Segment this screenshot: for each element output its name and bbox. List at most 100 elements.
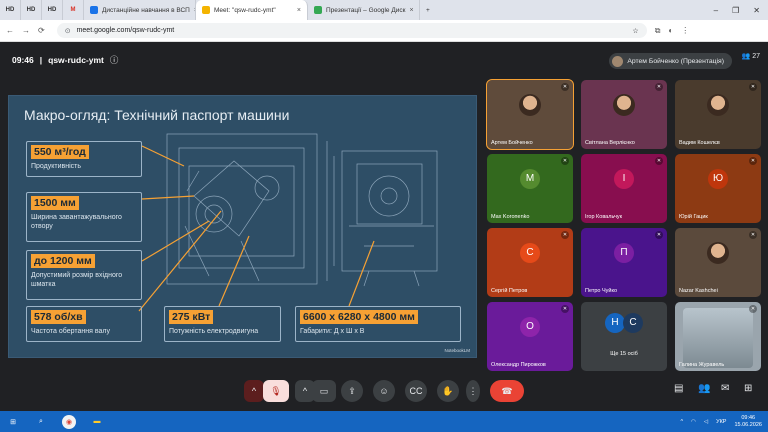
meeting-info-icon[interactable]: ⓘ [110, 54, 119, 66]
windows-taskbar: ⊞ ⌕ ◉ ▬ ^ ◠ ◁ УКР 09:46 15.06.2026 [0, 411, 768, 432]
participant-tile[interactable]: ✕ Галина Журавель [675, 302, 761, 371]
site-info-icon[interactable]: ⊙ [65, 27, 71, 35]
close-window-icon[interactable]: ✕ [753, 6, 760, 15]
tab-label: HD [47, 7, 57, 13]
tab-favicon [314, 6, 322, 14]
minimize-icon[interactable]: – [714, 6, 718, 15]
present-button[interactable]: ⇪ [341, 380, 363, 402]
bookmark-star-icon[interactable]: ☆ [632, 27, 638, 35]
spec-value: до 1200 мм [31, 254, 95, 268]
menu-icon[interactable]: ⋮ [681, 26, 689, 35]
participant-tile[interactable]: О ✕ Олександр Пирожков [487, 302, 573, 371]
captions-button[interactable]: CC [405, 380, 427, 402]
spec-value: 1500 мм [31, 196, 79, 210]
url-field[interactable]: ⊙ meet.google.com/qsw-rudc-ymt ☆ [56, 23, 647, 38]
tab-label: HD [5, 7, 15, 13]
clock[interactable]: 09:46 15.06.2026 [734, 415, 762, 429]
participant-tile[interactable]: С ✕ Сергій Петров [487, 228, 573, 297]
language-indicator[interactable]: УКР [716, 419, 726, 425]
profile-icon[interactable]: ◐ [668, 26, 673, 35]
separator: | [39, 55, 43, 65]
participant-name: Вадим Кошелєв [679, 140, 720, 146]
spec-value: 275 кВт [169, 310, 214, 324]
presenter-label: Артем Бойченко (Презентація) [627, 57, 724, 65]
browser-tab[interactable]: HD [42, 0, 63, 20]
meeting-code: qsw-rudc-ymt [48, 55, 104, 65]
maximize-icon[interactable]: ❐ [732, 6, 739, 15]
muted-mic-icon: ✕ [749, 83, 757, 91]
participant-tile[interactable]: Н С Ще 15 осіб [581, 302, 667, 371]
tab-label: Meet: "qsw-rudc-ymt" [214, 6, 276, 14]
browser-tab[interactable]: Дистанційне навчання в ВСП× [84, 0, 196, 20]
spec-label: Потужність електродвигуна [169, 328, 259, 335]
tab-close-icon[interactable]: × [409, 7, 413, 14]
meeting-time: 09:46 [12, 55, 34, 65]
volume-icon[interactable]: ◁ [704, 419, 708, 425]
system-tray: ^ ◠ ◁ УКР 09:46 15.06.2026 [680, 415, 762, 429]
muted-mic-icon: ✕ [749, 305, 757, 313]
spec-value: 578 об/хв [31, 310, 86, 324]
participant-name: Nazar Kashchei [679, 288, 718, 294]
muted-mic-icon: ✕ [655, 157, 663, 165]
people-panel-icon[interactable]: 👥 [698, 383, 710, 394]
activities-icon[interactable]: ⊞ [744, 383, 752, 394]
spec-label: Ширина завантажувального отвору [31, 214, 122, 230]
participant-name: Петро Чуйко [585, 288, 618, 294]
tray-up-icon[interactable]: ^ [680, 419, 683, 425]
participant-tile[interactable]: І ✕ Ігор Ковальчук [581, 154, 667, 223]
participant-initial: Ю [708, 168, 728, 189]
participant-count[interactable]: 👥 27 [741, 52, 760, 61]
extensions-icon[interactable]: ⧉ [655, 26, 661, 36]
explorer-icon[interactable]: ▬ [90, 415, 104, 429]
participant-tile[interactable]: ✕ Вадим Кошелєв [675, 80, 761, 149]
participant-tile[interactable]: П ✕ Петро Чуйко [581, 228, 667, 297]
presenter-avatar [612, 55, 624, 67]
participant-tile[interactable]: ✕ Світлана Верлієнко [581, 80, 667, 149]
participant-initial: П [614, 242, 634, 263]
participant-name: Ще 15 осіб [610, 351, 638, 357]
notebooklm-watermark: NotebookLM [444, 348, 470, 353]
chat-icon[interactable]: ▤ [674, 383, 683, 394]
mic-off-button[interactable]: 🎙 [263, 380, 289, 402]
raise-hand-button[interactable]: ✋ [437, 380, 459, 402]
browser-tab-bar: HDHDHDMДистанційне навчання в ВСП×Meet: … [0, 0, 768, 20]
back-icon[interactable]: ← [6, 26, 14, 35]
reload-icon[interactable]: ⟳ [38, 26, 45, 35]
new-tab-button[interactable]: + [420, 0, 436, 20]
camera-button[interactable]: ▭ [312, 380, 336, 402]
presenter-chip[interactable]: Артем Бойченко (Презентація) [609, 53, 732, 69]
participant-tile[interactable]: Ю ✕ Юрій Гацик [675, 154, 761, 223]
participant-name: Олександр Пирожков [491, 362, 546, 368]
search-icon[interactable]: ⌕ [34, 415, 48, 429]
wifi-icon[interactable]: ◠ [691, 419, 696, 425]
more-options-button[interactable]: ⋮ [466, 380, 480, 402]
chrome-icon[interactable]: ◉ [62, 414, 76, 429]
presentation-slide: Макро-огляд: Технічний паспорт машини 55… [8, 95, 477, 358]
spec-value: 6600 х 6280 х 4800 мм [300, 310, 418, 324]
browser-tab[interactable]: Презентації – Google Диск × [308, 0, 420, 20]
participant-tile[interactable]: M ✕ Max Koroпenko [487, 154, 573, 223]
browser-tab[interactable]: HD [21, 0, 42, 20]
emoji-button[interactable]: ☺ [373, 380, 395, 402]
end-call-button[interactable]: ☎ [490, 380, 524, 402]
window-controls: – ❐ ✕ [714, 6, 768, 15]
participant-avatar [707, 93, 729, 116]
forward-icon[interactable]: → [22, 26, 30, 35]
participant-avatar [613, 93, 635, 116]
browser-tab[interactable]: Meet: "qsw-rudc-ymt" × [196, 0, 308, 20]
participant-initial: M [520, 168, 540, 189]
participant-tile[interactable]: ✕ Nazar Kashchei [675, 228, 761, 297]
tab-label: HD [26, 7, 36, 13]
browser-tab[interactable]: M [63, 0, 84, 20]
meeting-controls: ^ 🎙 ^ ▭ ⇪ ☺ CC ✋ ⋮ ☎ ▤ 👥 ✉ ⊞ [0, 380, 768, 406]
windows-start-icon[interactable]: ⊞ [6, 415, 20, 429]
browser-tab[interactable]: HD [0, 0, 21, 20]
tab-label: Дистанційне навчання в ВСП [102, 6, 190, 14]
chat-bubble-icon[interactable]: ✉ [721, 383, 729, 394]
spec-label: Частота обертання валу [31, 328, 110, 335]
participant-initial: С [520, 242, 540, 263]
participant-tile[interactable]: ✕ Артем Бойченко [486, 79, 574, 150]
tab-close-icon[interactable]: × [297, 7, 301, 14]
participant-name: Max Koroпenko [491, 214, 530, 220]
mic-options-button[interactable]: ^ [244, 380, 264, 402]
